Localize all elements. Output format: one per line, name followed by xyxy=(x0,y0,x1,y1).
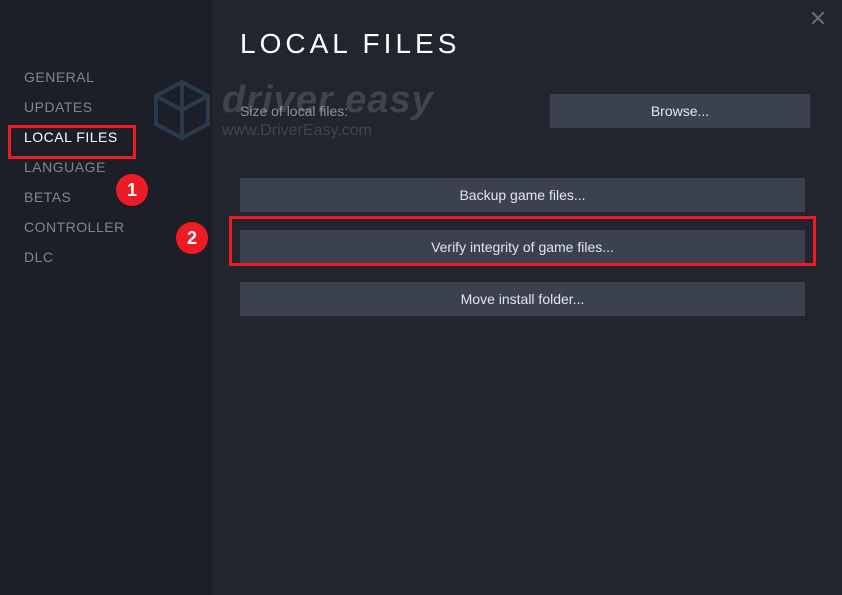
sidebar-item-dlc[interactable]: DLC xyxy=(0,242,212,272)
backup-button[interactable]: Backup game files... xyxy=(240,178,805,212)
browse-button[interactable]: Browse... xyxy=(550,94,810,128)
sidebar-item-label: BETAS xyxy=(24,189,71,205)
sidebar-item-updates[interactable]: UPDATES xyxy=(0,92,212,122)
sidebar-item-label: DLC xyxy=(24,249,54,265)
sidebar-item-general[interactable]: GENERAL xyxy=(0,62,212,92)
size-label: Size of local files: xyxy=(240,103,348,119)
verify-button[interactable]: Verify integrity of game files... xyxy=(240,230,805,264)
sidebar-item-controller[interactable]: CONTROLLER xyxy=(0,212,212,242)
sidebar-item-label: LOCAL FILES xyxy=(24,129,118,145)
move-folder-button[interactable]: Move install folder... xyxy=(240,282,805,316)
sidebar-item-label: CONTROLLER xyxy=(24,219,125,235)
main-panel: LOCAL FILES Size of local files: Browse.… xyxy=(212,0,842,595)
sidebar: GENERAL UPDATES LOCAL FILES LANGUAGE BET… xyxy=(0,0,212,595)
close-icon[interactable] xyxy=(808,8,828,28)
sidebar-item-local-files[interactable]: LOCAL FILES xyxy=(0,122,212,152)
sidebar-item-label: UPDATES xyxy=(24,99,93,115)
sidebar-item-label: LANGUAGE xyxy=(24,159,106,175)
page-title: LOCAL FILES xyxy=(240,28,810,60)
sidebar-item-language[interactable]: LANGUAGE xyxy=(0,152,212,182)
properties-window: GENERAL UPDATES LOCAL FILES LANGUAGE BET… xyxy=(0,0,842,595)
sidebar-item-betas[interactable]: BETAS xyxy=(0,182,212,212)
sidebar-item-label: GENERAL xyxy=(24,69,94,85)
size-row: Size of local files: Browse... xyxy=(240,94,810,128)
